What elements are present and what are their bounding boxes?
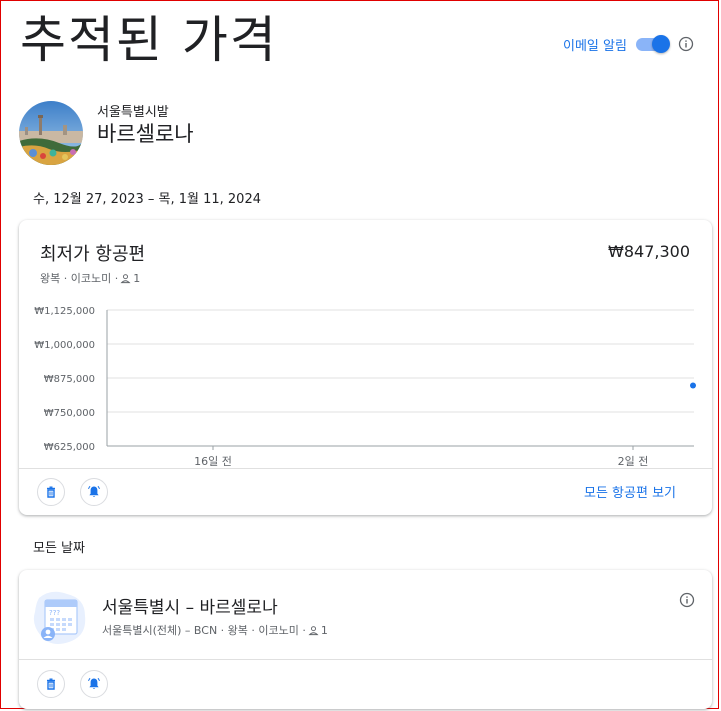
price-point[interactable] [690, 382, 696, 389]
y-tick-label: ₩750,000 [44, 408, 95, 419]
person-icon [120, 273, 131, 284]
trash-icon [47, 486, 55, 498]
all-dates-heading: 모든 날짜 [33, 541, 85, 556]
route-title: 서울특별시 – 바르셀로나 [102, 598, 278, 618]
y-tick-label: ₩875,000 [44, 374, 95, 385]
card-divider [19, 468, 712, 469]
route-subtitle: 서울특별시(전체) – BCN · 왕복 · 이코노미 · 1 [102, 622, 328, 638]
toggle-thumb [651, 35, 670, 53]
bell-ringing-icon [88, 485, 100, 497]
cheapest-flight-card: 최저가 항공편 ₩847,300 왕복 · 이코노미 · 1 ₩1,125,00… [19, 220, 712, 515]
card-title: 최저가 항공편 [40, 244, 146, 265]
view-all-flights-link[interactable]: 모든 항공편 보기 [584, 482, 676, 501]
route-card: ??? 서울특별시 – 바르셀로나 서울특별시(전체) – BCN · 왕복 ·… [19, 570, 712, 709]
delete-button[interactable] [37, 478, 65, 506]
alert-bell-button[interactable] [80, 670, 108, 698]
route-details: 서울특별시(전체) – BCN · 왕복 · 이코노미 · [102, 624, 306, 637]
email-alert-label: 이메일 알림 [563, 38, 627, 54]
svg-text:???: ??? [49, 609, 60, 617]
email-alert-control: 이메일 알림 [563, 33, 694, 55]
trash-icon [47, 678, 55, 690]
page-title: 추적된 가격 [20, 11, 278, 69]
y-tick-label: ₩1,125,000 [34, 306, 95, 317]
x-tick-label: 16일 전 [194, 454, 232, 468]
card-divider [19, 659, 712, 660]
passenger-count: 1 [320, 623, 328, 637]
x-tick-label: 2일 전 [618, 454, 649, 468]
card-price: ₩847,300 [608, 242, 690, 261]
calendar-illustration-icon: ??? [33, 588, 89, 646]
passenger-count: 1 [133, 271, 141, 285]
bell-ringing-icon [88, 677, 100, 689]
card-subtitle: 왕복 · 이코노미 · 1 [40, 270, 140, 286]
person-icon [308, 625, 319, 636]
price-history-chart: ₩1,125,000 ₩1,000,000 ₩875,000 ₩750,000 ₩625… [34, 306, 696, 468]
delete-button[interactable] [37, 670, 65, 698]
y-tick-label: ₩625,000 [44, 442, 95, 453]
date-range: 수, 12월 27, 2023 – 목, 1월 11, 2024 [33, 192, 261, 207]
destination-name: 바르셀로나 [97, 122, 194, 146]
trip-details: 왕복 · 이코노미 · [40, 272, 119, 285]
info-icon[interactable] [678, 36, 694, 52]
y-tick-label: ₩1,000,000 [34, 340, 95, 351]
alert-bell-button[interactable] [80, 478, 108, 506]
route-info-icon[interactable] [679, 592, 695, 608]
email-alert-toggle[interactable] [635, 34, 670, 54]
destination-photo [19, 101, 83, 165]
